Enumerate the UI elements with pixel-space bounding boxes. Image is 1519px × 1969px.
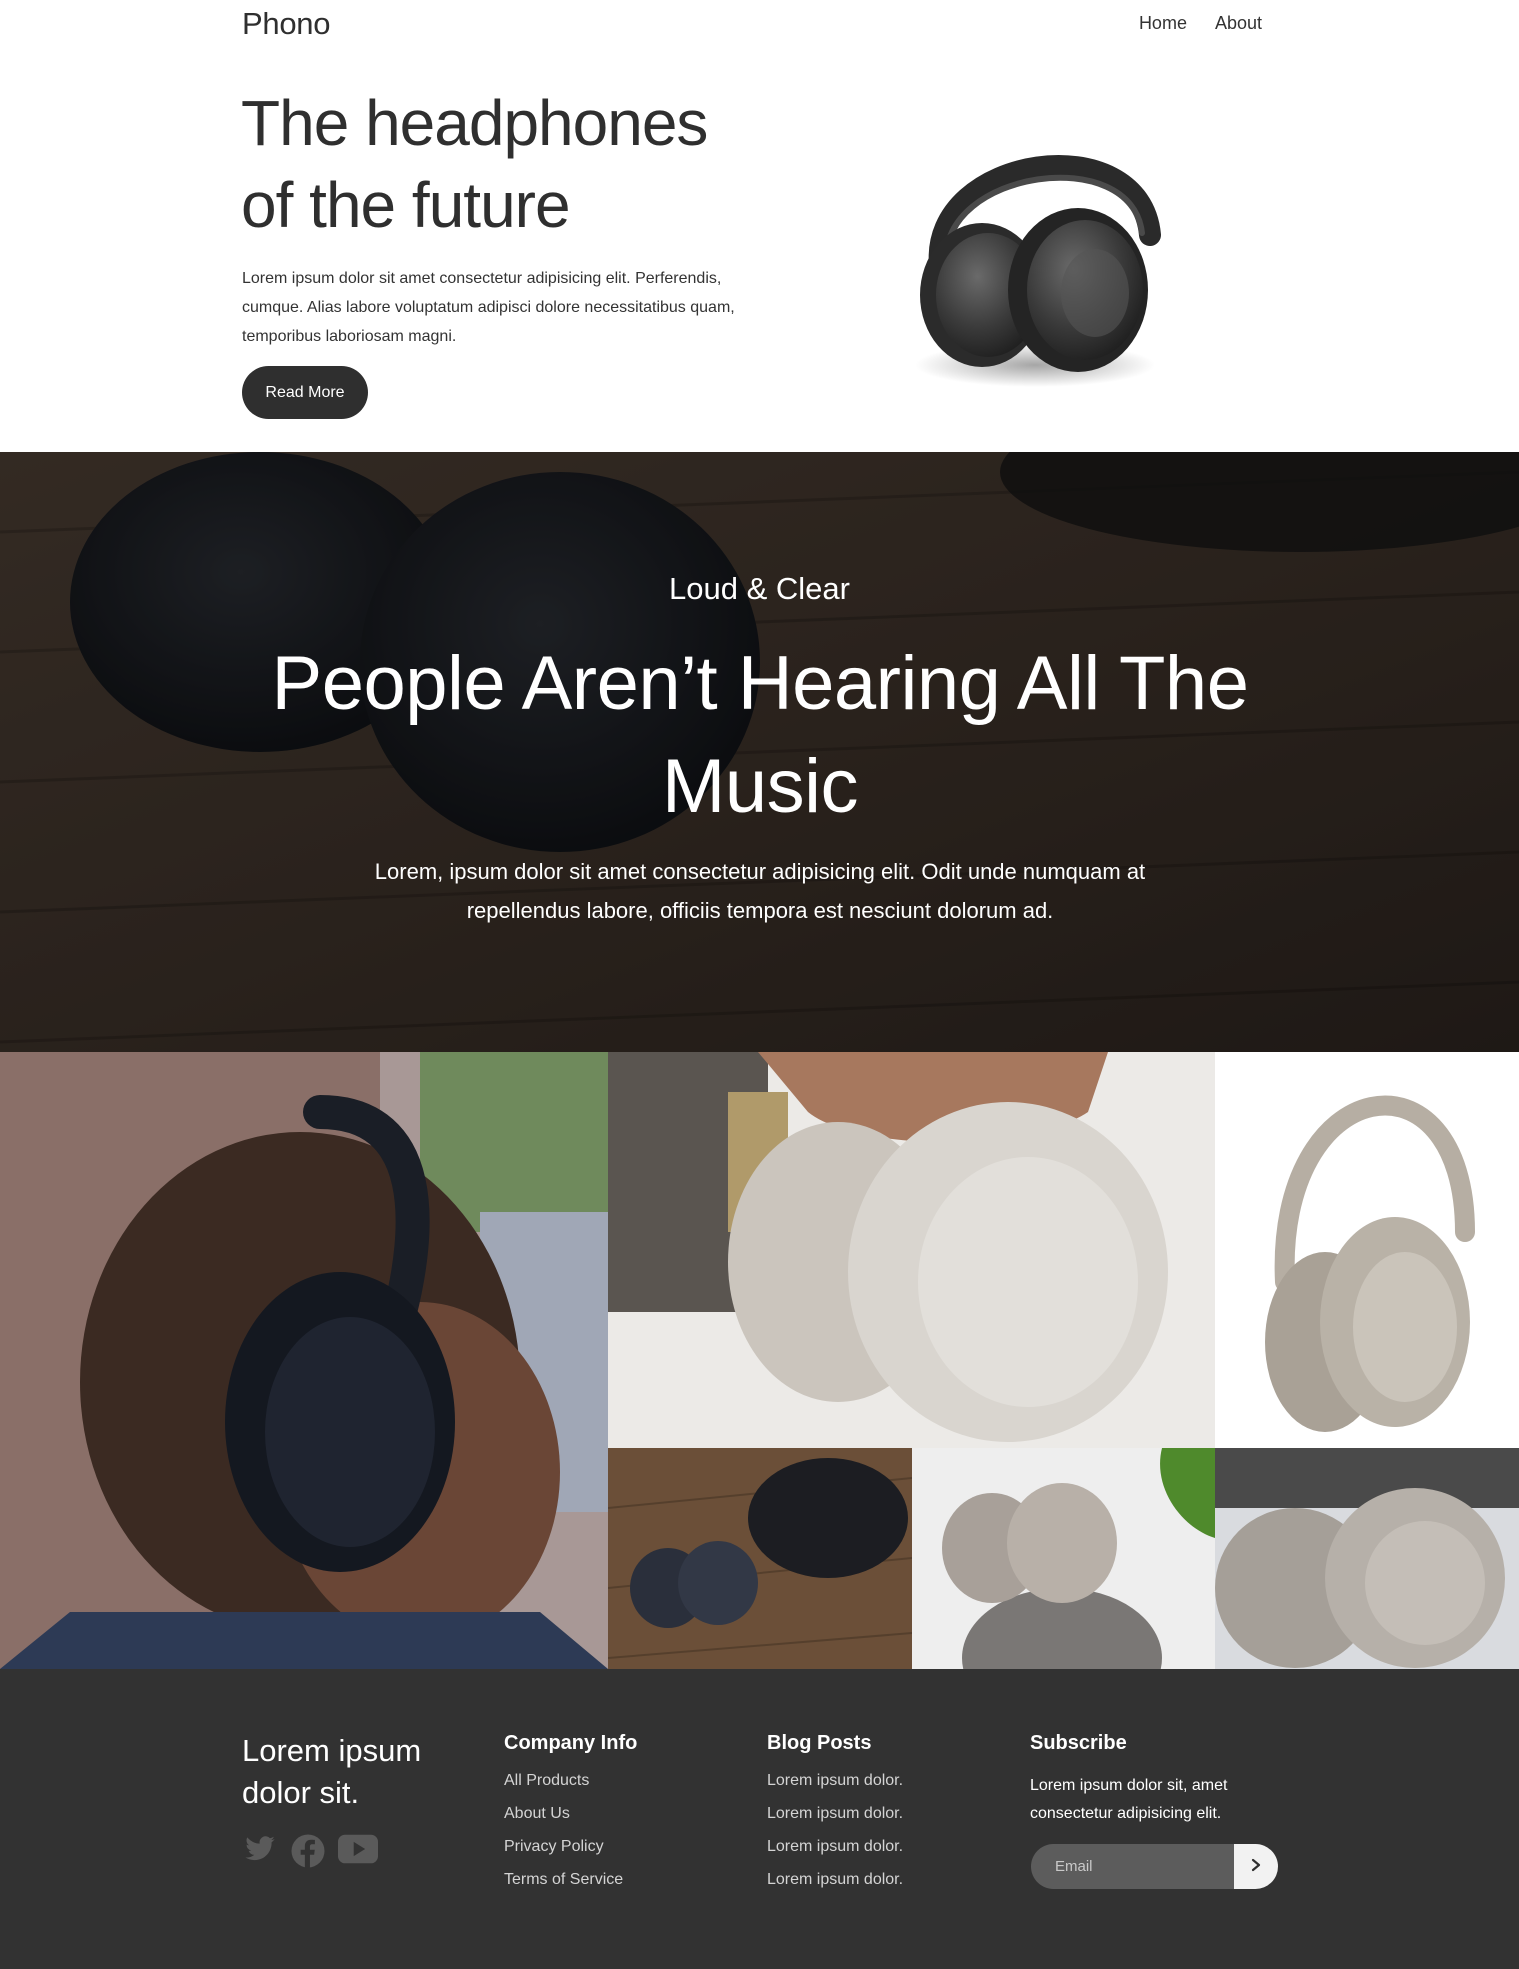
blog-post-link[interactable]: Lorem ipsum dolor. — [767, 1871, 903, 1888]
banner-title: People Aren’t Hearing All The Music — [271, 641, 1249, 829]
email-input[interactable] — [1031, 1844, 1235, 1889]
headphones-on-table-photo — [608, 1448, 912, 1669]
headphones-with-plant-photo — [912, 1448, 1215, 1669]
chevron-right-icon — [1249, 1858, 1263, 1875]
footer-link-terms-of-service[interactable]: Terms of Service — [504, 1871, 637, 1888]
footer-link-all-products[interactable]: All Products — [504, 1772, 637, 1789]
hero-text: Lorem ipsum dolor sit amet consectetur a… — [242, 270, 735, 345]
nav-link-home[interactable]: Home — [1139, 13, 1187, 34]
banner-subtitle: Loud & Clear — [669, 571, 850, 606]
social-links — [242, 1833, 378, 1874]
subscribe-heading: Subscribe — [1030, 1732, 1127, 1754]
company-info-column: Company Info All Products About Us Priva… — [504, 1732, 637, 1904]
blog-posts-column: Blog Posts Lorem ipsum dolor. Lorem ipsu… — [767, 1732, 903, 1904]
subscribe-column: Subscribe Lorem ipsum dolor sit, amet co… — [1030, 1732, 1260, 1828]
facebook-icon[interactable] — [290, 1833, 326, 1874]
navbar: Phono Home About — [0, 0, 1519, 52]
person-wearing-headphones-photo — [0, 1052, 608, 1669]
headphones-image — [900, 115, 1170, 395]
subscribe-form — [1031, 1844, 1278, 1889]
blog-post-link[interactable]: Lorem ipsum dolor. — [767, 1772, 903, 1789]
headphones-around-neck-photo — [608, 1052, 1215, 1448]
headphones-closeup-photo — [1215, 1448, 1519, 1669]
nav-link-about[interactable]: About — [1215, 13, 1262, 34]
blog-post-link[interactable]: Lorem ipsum dolor. — [767, 1805, 903, 1822]
nav-links: Home About — [1139, 13, 1262, 34]
hero-title: The headphones of the future — [241, 87, 708, 241]
banner-section: Loud & Clear People Aren’t Hearing All T… — [0, 452, 1519, 1052]
twitter-icon[interactable] — [242, 1833, 278, 1874]
footer-tagline: Lorem ipsum dolor sit. — [242, 1733, 422, 1810]
banner-text: Lorem, ipsum dolor sit amet consectetur … — [374, 859, 1146, 923]
youtube-icon[interactable] — [338, 1833, 378, 1874]
company-info-heading: Company Info — [504, 1732, 638, 1754]
silver-headphones-photo — [1215, 1052, 1519, 1448]
subscribe-submit-button[interactable] — [1234, 1844, 1278, 1889]
brand-logo[interactable]: Phono — [242, 6, 330, 42]
blog-posts-heading: Blog Posts — [767, 1732, 872, 1754]
read-more-button[interactable]: Read More — [242, 366, 368, 419]
gallery-section — [0, 1052, 1519, 1669]
footer-link-privacy-policy[interactable]: Privacy Policy — [504, 1838, 637, 1855]
footer: Lorem ipsum dolor sit. Company Info All … — [0, 1669, 1519, 1969]
subscribe-text: Lorem ipsum dolor sit, amet consectetur … — [1030, 1777, 1228, 1822]
footer-link-about-us[interactable]: About Us — [504, 1805, 637, 1822]
blog-post-link[interactable]: Lorem ipsum dolor. — [767, 1838, 903, 1855]
